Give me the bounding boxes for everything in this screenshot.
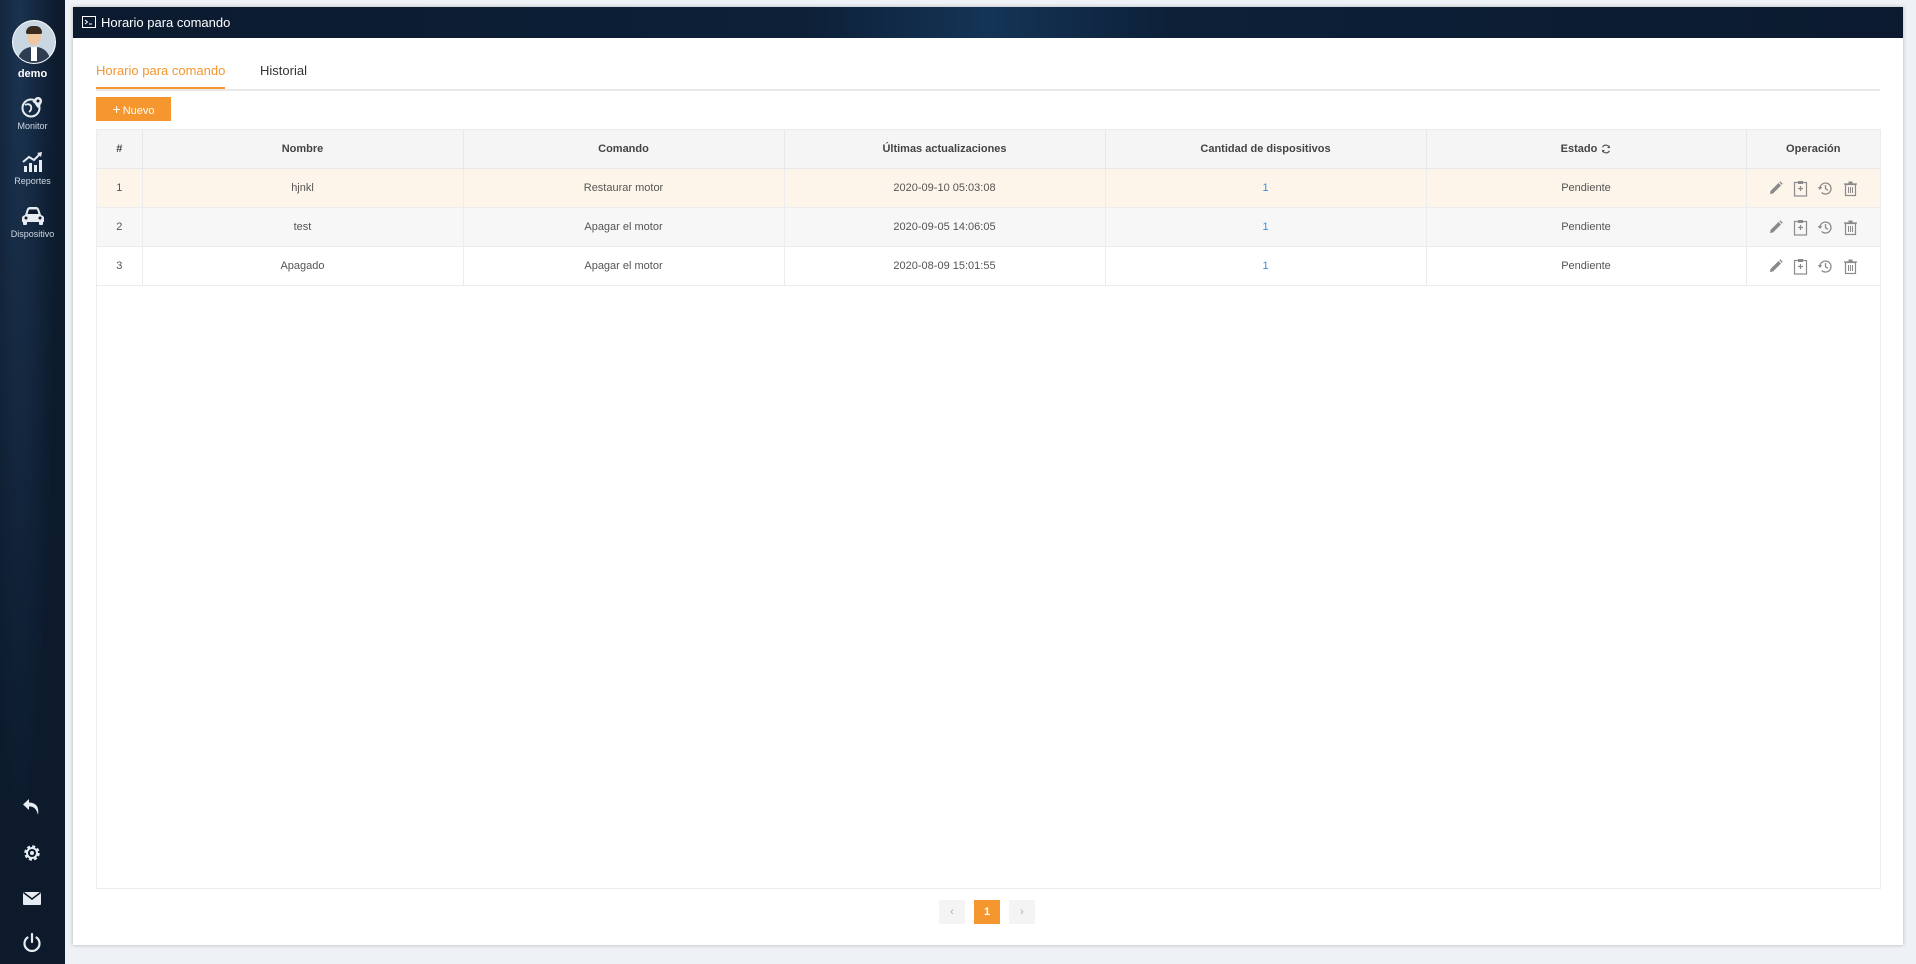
clipboard-icon[interactable] bbox=[1792, 258, 1809, 275]
page-1-button[interactable]: 1 bbox=[974, 900, 1000, 924]
avatar[interactable] bbox=[12, 20, 56, 64]
column-header-operacion: Operación bbox=[1746, 130, 1880, 169]
cell-cantidad: 1 bbox=[1105, 246, 1427, 286]
column-header-number: # bbox=[97, 130, 143, 169]
tab-historial[interactable]: Historial bbox=[260, 63, 307, 87]
cell-comando: Apagar el motor bbox=[463, 246, 785, 286]
sidebar-item-label: Monitor bbox=[17, 121, 48, 131]
cell-number: 2 bbox=[97, 207, 143, 247]
cell-nombre: Apagado bbox=[142, 246, 464, 286]
plus-icon: + bbox=[112, 101, 121, 117]
edit-icon[interactable] bbox=[1767, 180, 1784, 197]
cell-comando: Restaurar motor bbox=[463, 168, 785, 208]
next-page-button[interactable]: › bbox=[1009, 900, 1035, 924]
cell-cantidad: 1 bbox=[1105, 168, 1427, 208]
column-header-comando[interactable]: Comando bbox=[463, 130, 785, 169]
cell-estado: Pendiente bbox=[1426, 168, 1747, 208]
history-icon[interactable] bbox=[1817, 258, 1834, 275]
cell-nombre: test bbox=[142, 207, 464, 247]
clipboard-icon[interactable] bbox=[1792, 219, 1809, 236]
column-header-cantidad[interactable]: Cantidad de dispositivos bbox=[1105, 130, 1427, 169]
cell-fecha: 2020-09-05 14:06:05 bbox=[784, 207, 1106, 247]
new-button[interactable]: + Nuevo bbox=[96, 97, 171, 121]
cell-operacion bbox=[1746, 207, 1880, 247]
chart-up-icon bbox=[21, 152, 42, 172]
back-icon[interactable] bbox=[20, 795, 44, 819]
cell-cantidad: 1 bbox=[1105, 207, 1427, 247]
column-header-ultimas-actualizaciones[interactable]: Últimas actualizaciones bbox=[784, 130, 1106, 169]
cell-fecha: 2020-08-09 15:01:55 bbox=[784, 246, 1106, 286]
delete-icon[interactable] bbox=[1842, 258, 1859, 275]
table-header-row: # Nombre Comando Últimas actualizaciones… bbox=[97, 130, 1880, 169]
device-count-link[interactable]: 1 bbox=[1262, 182, 1268, 194]
main-panel: Horario para comando Horario para comand… bbox=[73, 7, 1903, 945]
sidebar-item-label: Dispositivo bbox=[10, 229, 55, 239]
car-icon bbox=[21, 207, 44, 225]
username: demo bbox=[17, 68, 48, 80]
edit-icon[interactable] bbox=[1767, 258, 1784, 275]
sidebar-item-label: Reportes bbox=[14, 176, 51, 186]
new-button-label: Nuevo bbox=[122, 105, 155, 117]
history-icon[interactable] bbox=[1817, 219, 1834, 236]
table-row[interactable]: 1 hjnkl Restaurar motor 2020-09-10 05:03… bbox=[97, 168, 1880, 208]
mail-icon[interactable] bbox=[20, 886, 44, 910]
refresh-icon[interactable] bbox=[1601, 144, 1611, 154]
tab-horario-para-comando[interactable]: Horario para comando bbox=[96, 63, 226, 89]
device-count-link[interactable]: 1 bbox=[1262, 221, 1268, 233]
clipboard-icon[interactable] bbox=[1792, 180, 1809, 197]
sidebar-item-monitor[interactable]: Monitor bbox=[0, 96, 65, 131]
cell-operacion bbox=[1746, 246, 1880, 286]
device-count-link[interactable]: 1 bbox=[1262, 260, 1268, 272]
column-header-nombre[interactable]: Nombre bbox=[142, 130, 464, 169]
column-header-estado-label: Estado bbox=[1560, 143, 1598, 155]
edit-icon[interactable] bbox=[1767, 219, 1784, 236]
power-icon[interactable] bbox=[20, 931, 44, 955]
cell-estado: Pendiente bbox=[1426, 246, 1747, 286]
sidebar: demo Monitor Reportes Dispositivo bbox=[0, 0, 65, 964]
schedule-table: # Nombre Comando Últimas actualizaciones… bbox=[96, 129, 1881, 889]
delete-icon[interactable] bbox=[1842, 219, 1859, 236]
gear-icon[interactable] bbox=[20, 841, 44, 865]
cell-operacion bbox=[1746, 168, 1880, 208]
tab-bar: Horario para comando Historial bbox=[96, 55, 1880, 91]
prev-page-button[interactable]: ‹ bbox=[939, 900, 965, 924]
cell-estado: Pendiente bbox=[1426, 207, 1747, 247]
history-icon[interactable] bbox=[1817, 180, 1834, 197]
cell-nombre: hjnkl bbox=[142, 168, 464, 208]
globe-pin-icon bbox=[21, 97, 42, 118]
column-header-estado[interactable]: Estado bbox=[1426, 130, 1747, 169]
cell-number: 1 bbox=[97, 168, 143, 208]
cell-fecha: 2020-09-10 05:03:08 bbox=[784, 168, 1106, 208]
sidebar-item-dispositivo[interactable]: Dispositivo bbox=[0, 206, 65, 239]
terminal-icon bbox=[82, 16, 96, 28]
delete-icon[interactable] bbox=[1842, 180, 1859, 197]
table-row[interactable]: 3 Apagado Apagar el motor 2020-08-09 15:… bbox=[97, 246, 1880, 286]
table-row[interactable]: 2 test Apagar el motor 2020-09-05 14:06:… bbox=[97, 207, 1880, 247]
cell-number: 3 bbox=[97, 246, 143, 286]
cell-comando: Apagar el motor bbox=[463, 207, 785, 247]
sidebar-item-reportes[interactable]: Reportes bbox=[0, 151, 65, 186]
title-bar: Horario para comando bbox=[73, 7, 1903, 38]
window-title: Horario para comando bbox=[101, 15, 231, 30]
